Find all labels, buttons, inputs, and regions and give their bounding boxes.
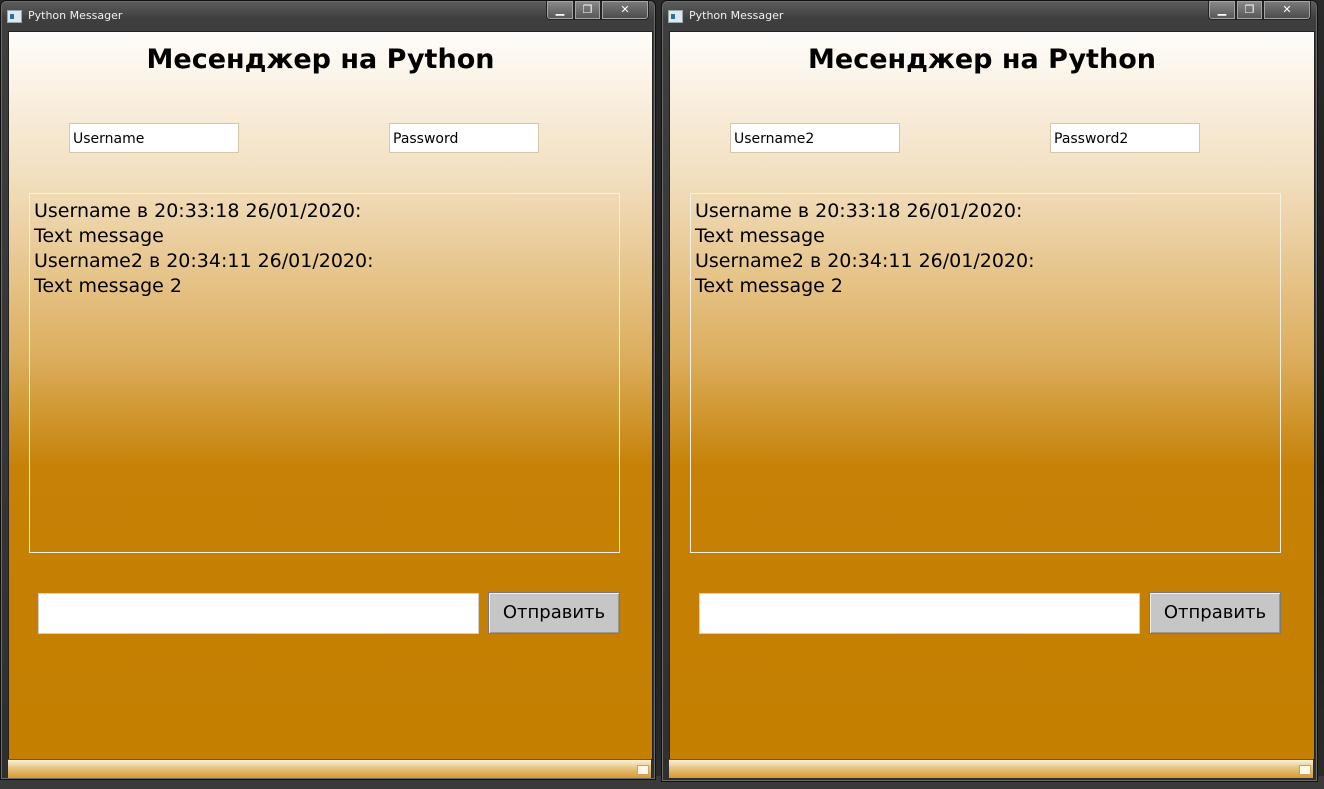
close-button[interactable]: ✕ xyxy=(1263,1,1311,20)
message-input[interactable] xyxy=(699,593,1140,634)
window-title: Python Messager xyxy=(689,9,784,22)
status-bar xyxy=(669,759,1313,778)
resize-grip-icon[interactable] xyxy=(637,765,649,775)
title-bar[interactable]: Python Messager ▁ ❐ ✕ xyxy=(662,1,1317,31)
message-input[interactable] xyxy=(38,593,479,634)
page-title: Месенджер на Python xyxy=(808,44,1156,75)
caption-buttons: ▁ ❐ ✕ xyxy=(1208,1,1311,21)
app-icon xyxy=(668,10,683,23)
maximize-button[interactable]: ❐ xyxy=(574,1,601,20)
maximize-button[interactable]: ❐ xyxy=(1236,1,1263,20)
password-field[interactable]: Password2 xyxy=(1050,123,1200,153)
app-icon xyxy=(7,10,22,23)
chat-log[interactable]: Username в 20:33:18 26/01/2020: Text mes… xyxy=(690,193,1281,553)
client-area: Месенджер на Python Username Password Us… xyxy=(8,31,653,760)
chat-line: Username в 20:33:18 26/01/2020: xyxy=(34,200,362,222)
close-button[interactable]: ✕ xyxy=(601,1,649,20)
page-title: Месенджер на Python xyxy=(146,44,495,75)
username-field[interactable]: Username2 xyxy=(730,123,900,153)
messenger-window-2: Python Messager ▁ ❐ ✕ Месенджер на Pytho… xyxy=(661,0,1318,782)
window-title: Python Messager xyxy=(28,9,123,22)
resize-grip-icon[interactable] xyxy=(1299,765,1311,775)
chat-line: Username в 20:33:18 26/01/2020: xyxy=(695,200,1023,222)
desktop: Python Messager ▁ ❐ ✕ Месенджер на Pytho… xyxy=(0,0,1324,789)
send-button[interactable]: Отправить xyxy=(488,592,620,634)
username-field[interactable]: Username xyxy=(69,123,239,153)
client-area: Месенджер на Python Username2 Password2 … xyxy=(669,31,1315,760)
chat-log[interactable]: Username в 20:33:18 26/01/2020: Text mes… xyxy=(29,193,620,553)
send-button[interactable]: Отправить xyxy=(1149,592,1281,634)
chat-line: Text message xyxy=(34,225,164,247)
title-bar[interactable]: Python Messager ▁ ❐ ✕ xyxy=(1,1,655,31)
chat-line: Text message 2 xyxy=(34,275,182,297)
status-bar xyxy=(8,759,651,778)
chat-line: Text message 2 xyxy=(695,275,843,297)
minimize-button[interactable]: ▁ xyxy=(1208,1,1236,20)
chat-line: Username2 в 20:34:11 26/01/2020: xyxy=(34,250,374,272)
minimize-button[interactable]: ▁ xyxy=(546,1,574,20)
chat-line: Text message xyxy=(695,225,825,247)
caption-buttons: ▁ ❐ ✕ xyxy=(546,1,649,21)
chat-line: Username2 в 20:34:11 26/01/2020: xyxy=(695,250,1035,272)
messenger-window-1: Python Messager ▁ ❐ ✕ Месенджер на Pytho… xyxy=(0,0,656,780)
password-field[interactable]: Password xyxy=(389,123,539,153)
